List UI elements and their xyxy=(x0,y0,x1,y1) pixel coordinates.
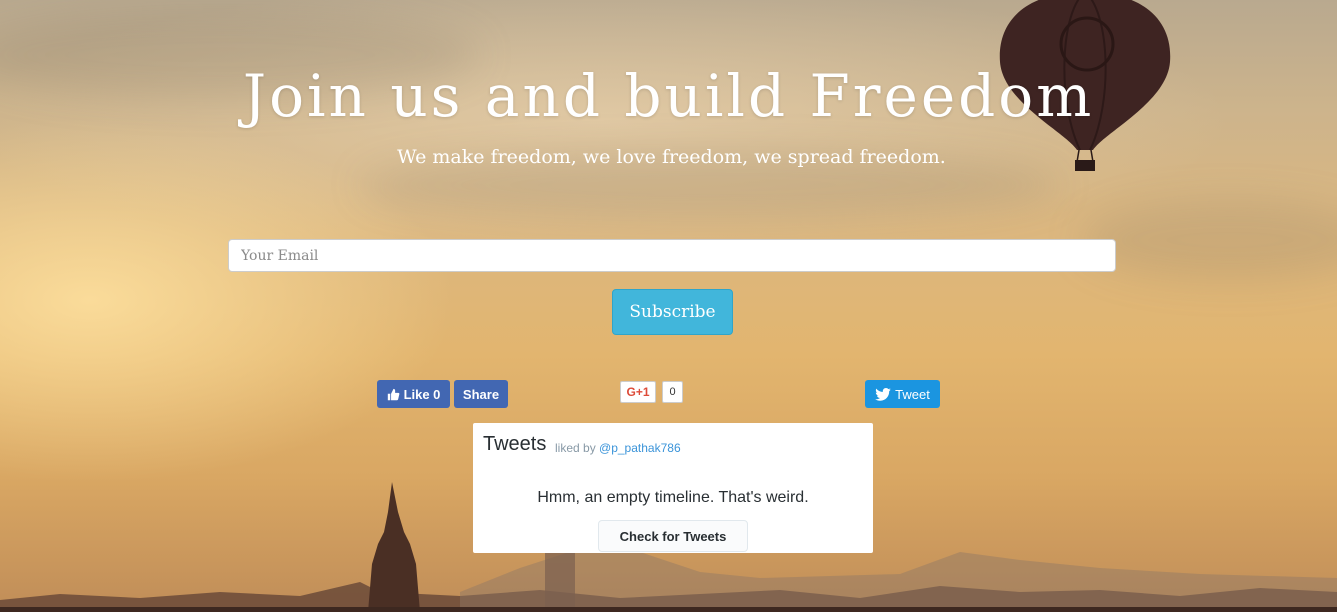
tweet-button[interactable]: Tweet xyxy=(865,380,940,408)
check-for-tweets-button[interactable]: Check for Tweets xyxy=(598,520,748,552)
hero-title: Join us and build Freedom xyxy=(242,62,1095,130)
twitter-bird-icon xyxy=(875,387,891,401)
timeline-title: Tweets xyxy=(483,433,547,455)
email-input[interactable] xyxy=(228,239,1116,272)
facebook-like-button[interactable]: Like 0 xyxy=(377,380,450,408)
subscribe-button[interactable]: Subscribe xyxy=(612,289,733,335)
tweet-button-label: Tweet xyxy=(895,386,930,402)
liked-by-prefix: liked by xyxy=(555,441,596,455)
twitter-timeline-widget: Tweets liked by @p_pathak786 Hmm, an emp… xyxy=(473,423,873,553)
hero-subtitle: We make freedom, we love freedom, we spr… xyxy=(397,146,946,168)
timeline-liked-by: liked by @p_pathak786 xyxy=(555,441,681,455)
liked-by-user-link[interactable]: @p_pathak786 xyxy=(599,441,681,455)
facebook-share-button[interactable]: Share xyxy=(454,380,508,408)
facebook-like-label: Like 0 xyxy=(403,386,441,402)
google-plus-one-button[interactable]: G+1 xyxy=(620,381,656,403)
timeline-empty-message: Hmm, an empty timeline. That's weird. xyxy=(537,489,809,506)
cloud xyxy=(1080,200,1337,280)
google-plus-count: 0 xyxy=(662,381,683,403)
thumbs-up-icon xyxy=(387,388,399,400)
